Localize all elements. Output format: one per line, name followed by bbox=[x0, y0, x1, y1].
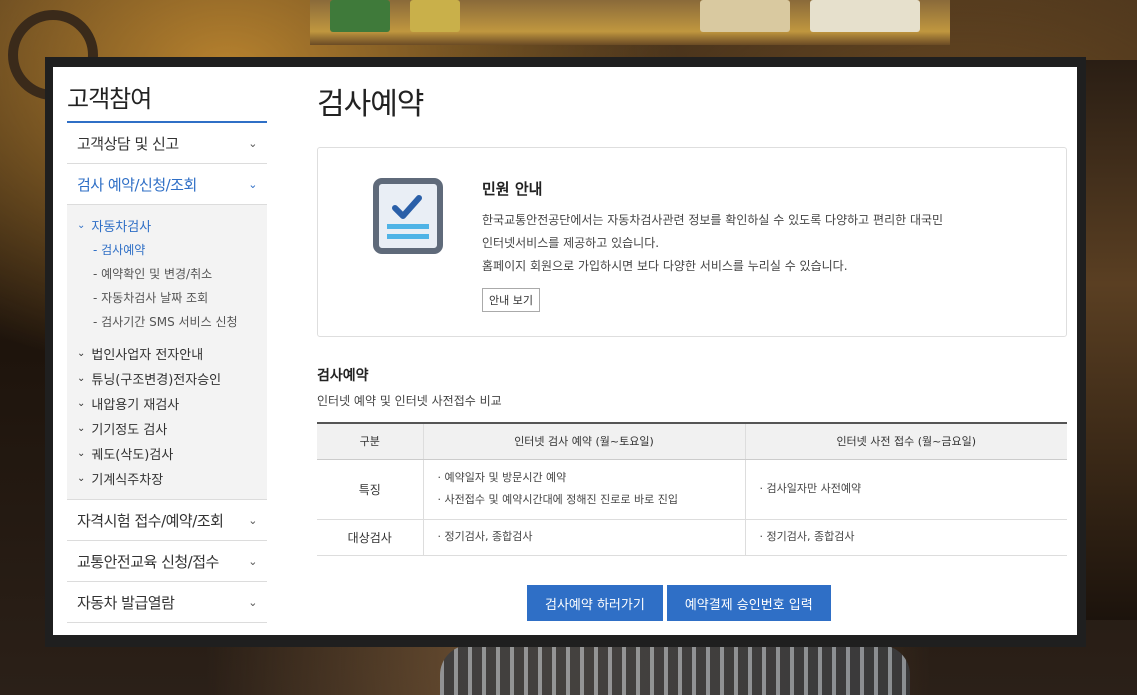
table-cell: · 정기검사, 종합검사 bbox=[744, 519, 1067, 556]
civil-guide-line: 홈페이지 회원으로 가입하시면 보다 다양한 서비스를 누리실 수 있습니다. bbox=[482, 259, 848, 273]
screen-frame: 고객참여 고객상담 및 신고 ⌄ 검사 예약/신청/조회 ⌄ ⌄ 자동차검사 -… bbox=[45, 57, 1086, 647]
submenu-leaf-reservation[interactable]: - 검사예약 bbox=[77, 237, 267, 261]
civil-guide-text: 민원 안내 한국교통안전공단에서는 자동차검사관련 정보를 확인하실 수 있도록… bbox=[482, 178, 943, 312]
sidebar-title: 고객참여 bbox=[67, 67, 267, 123]
chevron-down-icon: ⌄ bbox=[77, 219, 86, 231]
action-buttons: 검사예약 하러가기 예약결제 승인번호 입력 bbox=[527, 585, 831, 621]
sidebar-item-label: 자동차 발급열람 bbox=[77, 593, 175, 612]
chevron-down-icon: ⌄ bbox=[77, 373, 86, 384]
chevron-down-icon: ⌄ bbox=[77, 423, 86, 434]
chevron-down-icon: ⌄ bbox=[248, 554, 257, 568]
chevron-down-icon: ⌄ bbox=[248, 136, 257, 150]
submenu-leaf-date-lookup[interactable]: - 자동차검사 날짜 조회 bbox=[77, 285, 267, 309]
section-title: 검사예약 bbox=[317, 368, 369, 384]
chevron-down-icon: ⌄ bbox=[77, 398, 86, 409]
background-can bbox=[810, 0, 920, 32]
submenu-group-track[interactable]: ⌄ 궤도(삭도)검사 bbox=[77, 441, 267, 466]
background-right-wall bbox=[1077, 60, 1137, 620]
table-row: 특징 · 예약일자 및 방문시간 예약 · 사전접수 및 예약시간대에 정해진 … bbox=[317, 459, 1067, 520]
sidebar-item-issuance[interactable]: 자동차 발급열람 ⌄ bbox=[67, 582, 267, 623]
sidebar-item-counseling[interactable]: 고객상담 및 신고 ⌄ bbox=[67, 123, 267, 164]
submenu-group-tuning[interactable]: ⌄ 튜닝(구조변경)전자승인 bbox=[77, 366, 267, 391]
sidebar-item-label: 검사 예약/신청/조회 bbox=[77, 175, 197, 194]
checklist-document-icon bbox=[373, 178, 443, 254]
sidebar-item-license-exam[interactable]: 자격시험 접수/예약/조회 ⌄ bbox=[67, 500, 267, 541]
civil-guide-box: 민원 안내 한국교통안전공단에서는 자동차검사관련 정보를 확인하실 수 있도록… bbox=[317, 147, 1067, 337]
civil-guide-line: 한국교통안전공단에서는 자동차검사관련 정보를 확인하실 수 있도록 다양하고 … bbox=[482, 213, 944, 227]
submenu-leaf-sms-service[interactable]: - 검사기간 SMS 서비스 신청 bbox=[77, 309, 267, 333]
table-cell: · 검사일자만 사전예약 bbox=[744, 459, 1067, 520]
submenu-group-pressure-vessel[interactable]: ⌄ 내압용기 재검사 bbox=[77, 391, 267, 416]
chevron-down-icon: ⌄ bbox=[77, 448, 86, 459]
table-cell-label: 대상검사 bbox=[317, 519, 423, 556]
section-subtitle: 인터넷 예약 및 인터넷 사전접수 비교 bbox=[317, 394, 502, 408]
sidebar-item-label: 고객상담 및 신고 bbox=[77, 134, 179, 153]
chevron-down-icon: ⌄ bbox=[77, 348, 86, 359]
sidebar-item-label: 자격시험 접수/예약/조회 bbox=[77, 511, 224, 530]
background-can bbox=[410, 0, 460, 32]
submenu-group-corporate[interactable]: ⌄ 법인사업자 전자안내 bbox=[77, 341, 267, 366]
table-header: 인터넷 사전 접수 (월~금요일) bbox=[744, 422, 1067, 460]
background-can bbox=[330, 0, 390, 32]
table-cell-label: 특징 bbox=[317, 459, 423, 520]
submenu-leaf-confirm-change[interactable]: - 예약확인 및 변경/취소 bbox=[77, 261, 267, 285]
background-car-grille bbox=[440, 645, 910, 695]
sidebar-item-inspection[interactable]: 검사 예약/신청/조회 ⌄ bbox=[67, 164, 267, 205]
chevron-down-icon: ⌄ bbox=[248, 177, 257, 191]
content-panel: 고객참여 고객상담 및 신고 ⌄ 검사 예약/신청/조회 ⌄ ⌄ 자동차검사 -… bbox=[53, 67, 1077, 635]
table-cell: · 정기검사, 종합검사 bbox=[422, 519, 745, 556]
table-header: 구분 bbox=[317, 422, 423, 460]
main-content: 검사예약 민원 안내 한국교통안전공단에서는 자동차검사관련 정보를 확인하실 … bbox=[317, 67, 1069, 621]
table-cell: · 예약일자 및 방문시간 예약 · 사전접수 및 예약시간대에 정해진 진로로… bbox=[422, 459, 745, 520]
civil-guide-line: 인터넷서비스를 제공하고 있습니다. bbox=[482, 236, 660, 250]
view-guide-button[interactable]: 안내 보기 bbox=[482, 288, 540, 312]
chevron-down-icon: ⌄ bbox=[248, 595, 257, 609]
submenu-group-precision[interactable]: ⌄ 기기정도 검사 bbox=[77, 416, 267, 441]
submenu-item-car-inspection[interactable]: ⌄ 자동차검사 bbox=[77, 213, 267, 237]
civil-guide-title: 민원 안내 bbox=[482, 180, 543, 198]
go-reservation-button[interactable]: 검사예약 하러가기 bbox=[527, 585, 663, 621]
chevron-down-icon: ⌄ bbox=[77, 473, 86, 484]
enter-approval-number-button[interactable]: 예약결제 승인번호 입력 bbox=[666, 585, 831, 621]
background-can bbox=[700, 0, 790, 32]
comparison-table: 구분 인터넷 검사 예약 (월~토요일) 인터넷 사전 접수 (월~금요일) 특… bbox=[317, 422, 1067, 556]
sidebar-item-label: 교통안전교육 신청/접수 bbox=[77, 552, 219, 571]
chevron-down-icon: ⌄ bbox=[248, 513, 257, 527]
page-title: 검사예약 bbox=[317, 87, 424, 122]
sidebar: 고객참여 고객상담 및 신고 ⌄ 검사 예약/신청/조회 ⌄ ⌄ 자동차검사 -… bbox=[67, 67, 267, 623]
sidebar-submenu: ⌄ 자동차검사 - 검사예약 - 예약확인 및 변경/취소 - 자동차검사 날짜… bbox=[67, 205, 267, 500]
submenu-group-parking[interactable]: ⌄ 기계식주차장 bbox=[77, 466, 267, 491]
sidebar-item-safety-education[interactable]: 교통안전교육 신청/접수 ⌄ bbox=[67, 541, 267, 582]
table-header: 인터넷 검사 예약 (월~토요일) bbox=[422, 422, 745, 460]
table-row: 대상검사 · 정기검사, 종합검사 · 정기검사, 종합검사 bbox=[317, 519, 1067, 556]
